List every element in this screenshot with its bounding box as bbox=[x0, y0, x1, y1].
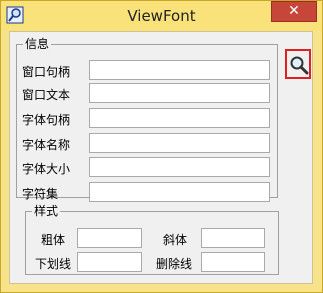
style-group: 样式 粗体 斜体 下划线 删除线 bbox=[25, 205, 279, 275]
italic-label: 斜体 bbox=[163, 233, 188, 247]
charset-label: 字符集 bbox=[22, 187, 59, 201]
viewfont-window: ViewFont ✕ 信息 窗口句柄 窗口文本 字体句柄 字体名称 字体大小 字… bbox=[0, 0, 323, 293]
title-bar[interactable]: ViewFont ✕ bbox=[1, 1, 322, 31]
window-handle-label: 窗口句柄 bbox=[22, 65, 71, 79]
close-button[interactable]: ✕ bbox=[271, 1, 317, 22]
charset-field[interactable] bbox=[89, 182, 270, 202]
bold-field[interactable] bbox=[77, 228, 142, 248]
underline-label: 下划线 bbox=[35, 257, 72, 271]
underline-field[interactable] bbox=[77, 252, 142, 272]
strikeout-field[interactable] bbox=[201, 252, 265, 272]
italic-field[interactable] bbox=[201, 228, 265, 248]
font-name-label: 字体名称 bbox=[22, 138, 71, 152]
client-area: 信息 窗口句柄 窗口文本 字体句柄 字体名称 字体大小 字符集 样式 粗体 斜体… bbox=[9, 31, 313, 284]
font-size-label: 字体大小 bbox=[22, 162, 71, 176]
info-group-legend: 信息 bbox=[25, 37, 50, 51]
magnifier-icon bbox=[290, 56, 309, 75]
font-handle-label: 字体句柄 bbox=[22, 113, 71, 127]
bold-label: 粗体 bbox=[41, 233, 66, 247]
window-text-field[interactable] bbox=[89, 83, 270, 103]
font-size-field[interactable] bbox=[89, 157, 270, 177]
search-button[interactable] bbox=[285, 49, 311, 79]
strikeout-label: 删除线 bbox=[156, 257, 193, 271]
font-name-field[interactable] bbox=[89, 133, 270, 153]
style-group-legend: 样式 bbox=[34, 204, 59, 218]
window-text-label: 窗口文本 bbox=[22, 88, 71, 102]
font-handle-field[interactable] bbox=[89, 108, 270, 128]
info-group: 信息 窗口句柄 窗口文本 字体句柄 字体名称 字体大小 字符集 bbox=[16, 37, 278, 202]
window-handle-field[interactable] bbox=[89, 60, 270, 80]
